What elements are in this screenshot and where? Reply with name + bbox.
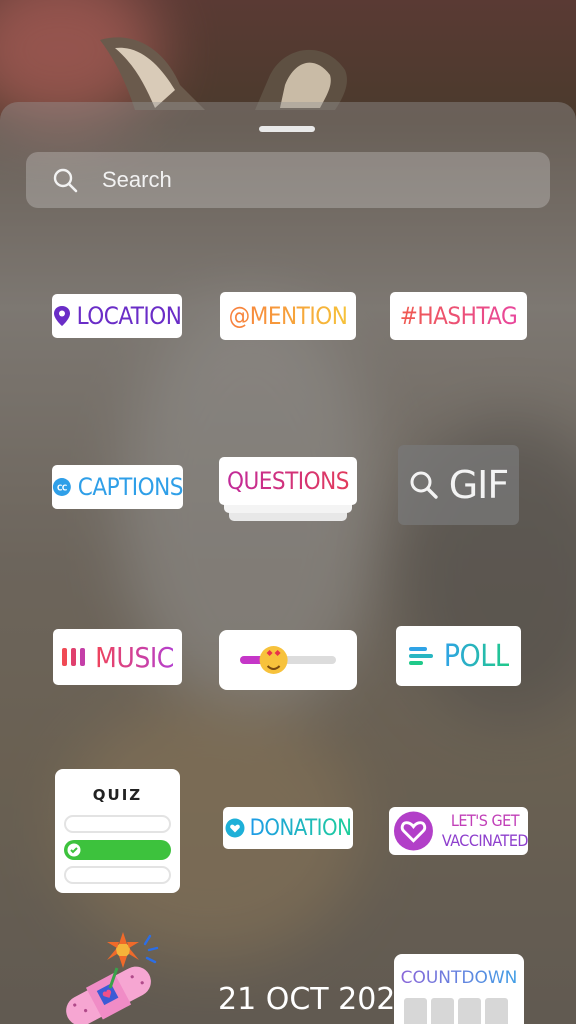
mention-sticker[interactable]: @MENTION (220, 292, 356, 340)
vaccinated-line-2: VACCINATED (441, 831, 529, 850)
countdown-sticker[interactable]: COUNTDOWN (394, 954, 524, 1024)
captions-label: CAPTIONS (77, 473, 184, 501)
drag-handle[interactable] (259, 126, 315, 132)
mention-label: @MENTION (228, 302, 348, 330)
poll-label: POLL (443, 638, 510, 674)
music-bars-icon (62, 648, 86, 666)
gif-label: GIF (448, 463, 510, 507)
quiz-option-2 (64, 840, 171, 860)
hashtag-sticker[interactable]: #HASHTAG (390, 292, 527, 340)
vaccine-heart-icon (393, 811, 433, 851)
donation-sticker[interactable]: DONATION (223, 807, 353, 849)
countdown-digit-box (485, 998, 508, 1024)
bandage-flower-sticker[interactable] (55, 928, 175, 1024)
quiz-sticker[interactable]: QUIZ (55, 769, 180, 893)
emoji-slider-track (240, 646, 336, 674)
animal-ears (100, 37, 347, 110)
quiz-title: QUIZ (92, 786, 143, 804)
location-pin-icon (53, 306, 70, 326)
captions-cc-icon: CC (52, 478, 71, 496)
donation-heart-icon (225, 818, 245, 838)
music-label: MUSIC (95, 640, 174, 674)
donation-label: DONATION (249, 815, 352, 841)
date-sticker[interactable]: 21 OCT 2021 (218, 982, 414, 1017)
vaccinated-line-1: LET'S GET (450, 811, 520, 830)
search-placeholder: Search (102, 167, 172, 192)
emoji-slider-sticker[interactable] (219, 630, 357, 690)
countdown-label: COUNTDOWN (394, 968, 524, 988)
countdown-digit-box (458, 998, 481, 1024)
music-sticker[interactable]: MUSIC (53, 629, 182, 685)
location-label: LOCATION (76, 302, 182, 330)
sticker-tray: Search LOCATION @MENTION #HASHTAG CC CAP… (0, 102, 576, 1024)
countdown-digit-box (431, 998, 454, 1024)
gif-sticker[interactable]: GIF (398, 445, 519, 525)
questions-sticker[interactable]: QUESTIONS (219, 457, 357, 523)
poll-sticker[interactable]: POLL (396, 626, 521, 686)
captions-sticker[interactable]: CC CAPTIONS (52, 465, 184, 509)
location-sticker[interactable]: LOCATION (52, 294, 182, 338)
countdown-digit-box (404, 998, 427, 1024)
lets-get-vaccinated-sticker[interactable]: LET'S GET VACCINATED (389, 807, 529, 855)
poll-lines-icon (408, 647, 433, 665)
questions-label: QUESTIONS (226, 467, 350, 495)
hashtag-label: #HASHTAG (399, 302, 518, 330)
quiz-option-1 (64, 815, 171, 833)
svg-text:CC: CC (57, 484, 67, 493)
search-icon (53, 168, 78, 193)
search-bar[interactable]: Search (26, 152, 550, 208)
quiz-option-3 (64, 866, 171, 884)
gif-search-icon (410, 471, 438, 499)
check-icon (67, 843, 81, 857)
